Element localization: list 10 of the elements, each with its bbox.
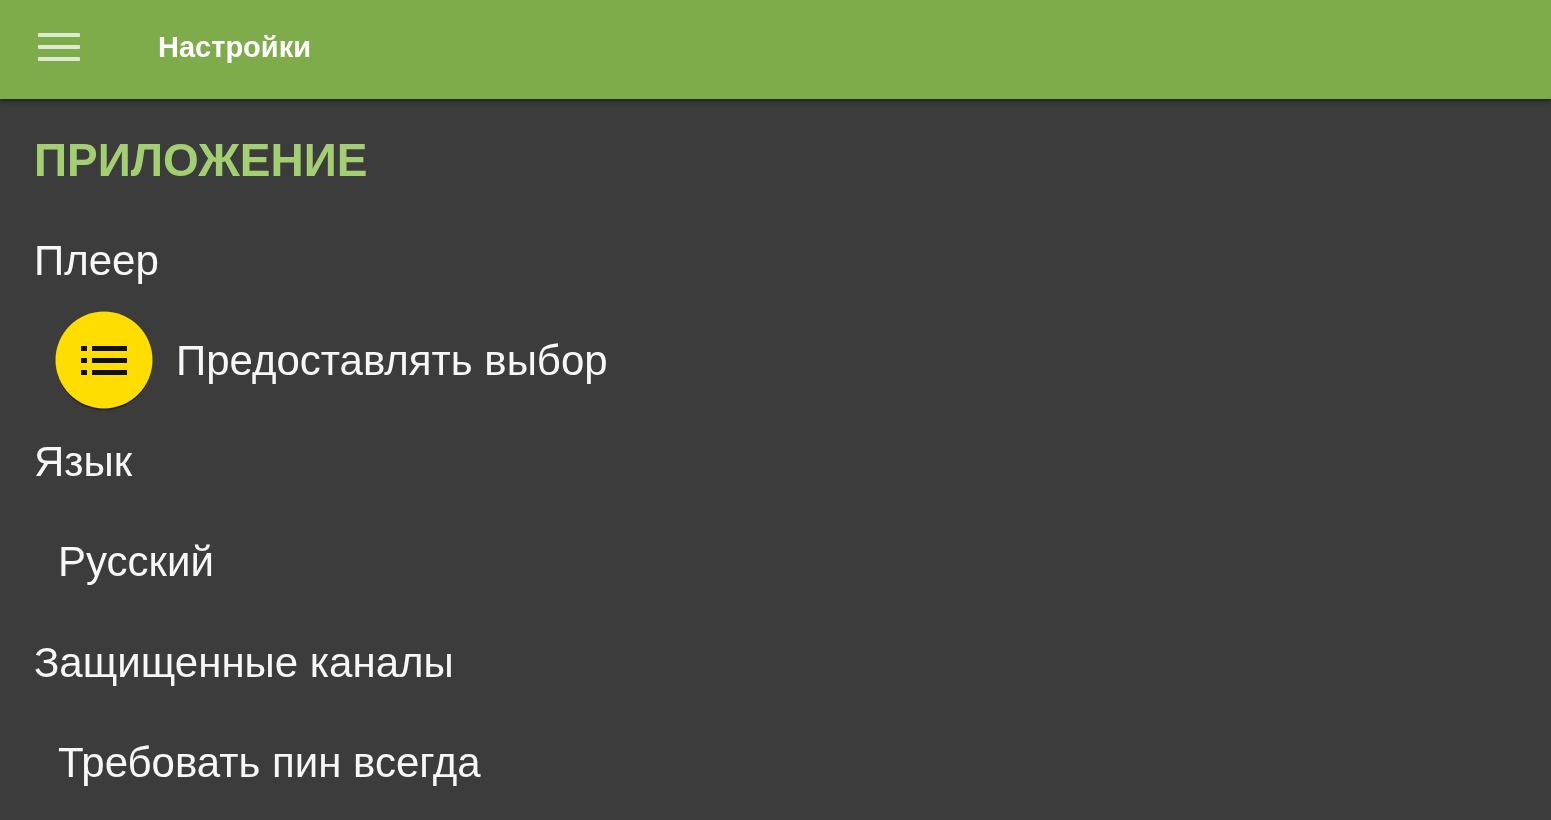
list-icon [54, 311, 154, 412]
menu-icon[interactable] [38, 32, 80, 61]
app-title: Настройки [158, 31, 311, 64]
preference-option[interactable]: Требовать пин всегда [56, 739, 481, 788]
preference-option[interactable]: Русский [56, 538, 214, 587]
preference-title: Язык [34, 437, 133, 486]
preference-title: Плеер [34, 236, 159, 285]
section-title: ПРИЛОЖЕНИЕ [34, 133, 368, 188]
preference-option[interactable]: Предоставлять выбор [54, 311, 608, 412]
preference-title: Защищенные каналы [34, 638, 454, 687]
